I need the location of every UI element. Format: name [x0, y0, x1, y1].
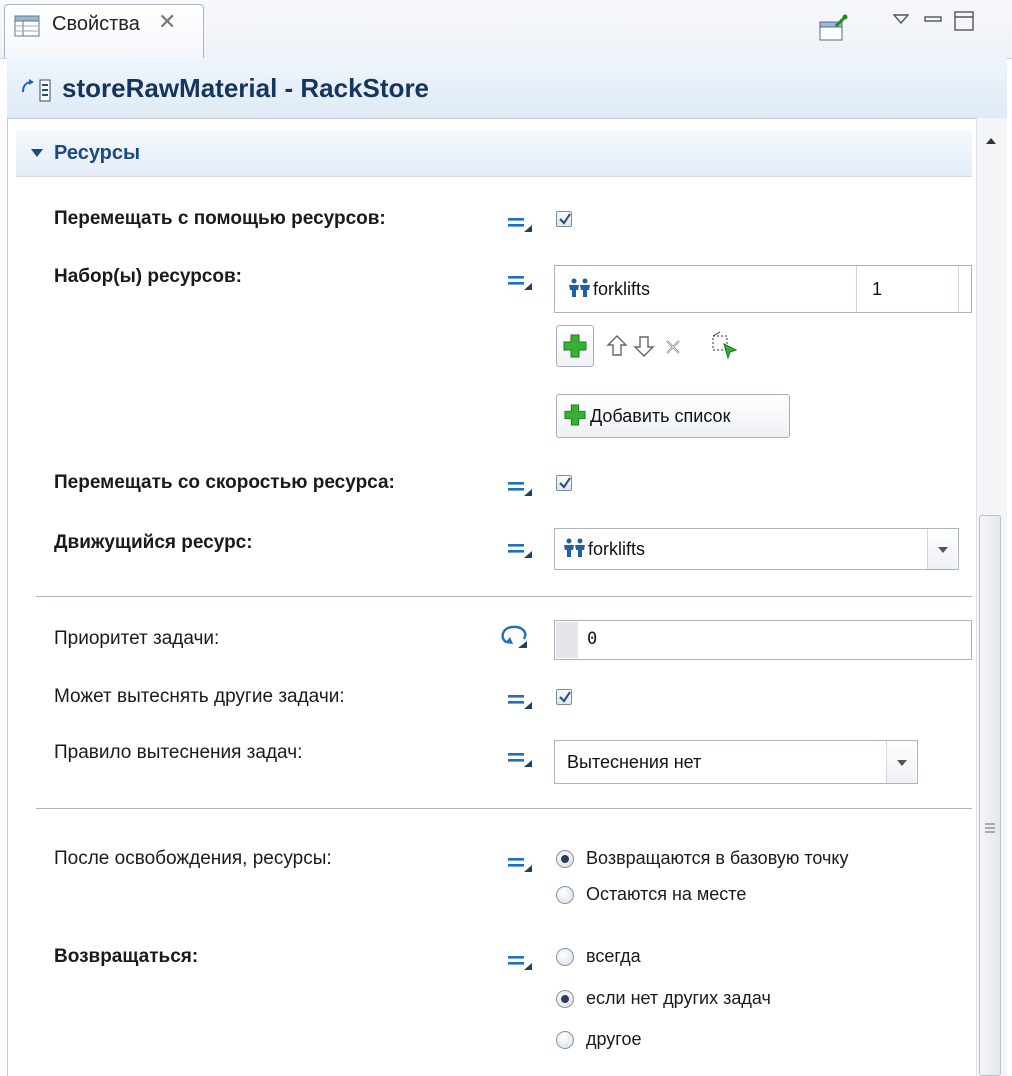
chevron-down-icon[interactable]: [886, 741, 916, 783]
remove-icon[interactable]: [664, 338, 682, 362]
static-value-icon[interactable]: [507, 270, 533, 292]
resource-pool-icon: [567, 278, 593, 304]
resource-pool-icon: [562, 538, 588, 564]
stay-in-place-radio[interactable]: [556, 886, 574, 904]
task-priority-field[interactable]: [554, 620, 972, 660]
stay-in-place-label[interactable]: Остаются на месте: [586, 884, 746, 905]
static-value-icon[interactable]: [507, 747, 533, 769]
table-column-divider: [958, 266, 959, 312]
add-icon: [563, 334, 587, 364]
resource-set-item-name[interactable]: forklifts: [593, 279, 650, 300]
return-to-base-label[interactable]: Возвращаются в базовую точку: [586, 848, 848, 869]
static-value-icon[interactable]: [507, 689, 533, 711]
static-value-icon[interactable]: [507, 950, 533, 972]
can-preempt-label: Может вытеснять другие задачи:: [54, 686, 345, 707]
moving-resource-value: forklifts: [588, 539, 646, 559]
scroll-up-arrow-icon[interactable]: [985, 130, 997, 152]
properties-table-icon: [14, 15, 40, 37]
field-gutter: [556, 622, 578, 658]
task-priority-label: Приоритет задачи:: [54, 628, 220, 649]
properties-title: storeRawMaterial - RackStore: [62, 73, 430, 103]
add-list-label: Добавить список: [590, 406, 731, 426]
add-icon: [564, 404, 586, 432]
resource-set-item-count[interactable]: 1: [872, 279, 882, 300]
static-value-icon[interactable]: [507, 538, 533, 560]
close-icon[interactable]: ✕: [158, 9, 176, 35]
preemption-policy-value: Вытеснения нет: [567, 752, 702, 772]
maximize-icon[interactable]: [954, 11, 974, 36]
can-preempt-checkbox[interactable]: [556, 689, 572, 705]
move-down-icon[interactable]: [633, 334, 655, 364]
return-other-radio[interactable]: [556, 1031, 574, 1049]
static-value-icon[interactable]: [507, 852, 533, 874]
after-release-label: После освобождения, ресурсы:: [54, 848, 332, 869]
static-value-icon[interactable]: [507, 476, 533, 498]
return-always-label[interactable]: всегда: [586, 946, 641, 967]
preemption-policy-label: Правило вытеснения задач:: [54, 742, 303, 763]
static-value-icon[interactable]: [507, 212, 533, 234]
move-using-resources-label: Перемещать с помощью ресурсов:: [54, 208, 386, 229]
table-column-divider: [856, 266, 857, 312]
resource-sets-label: Набор(ы) ресурсов:: [54, 266, 242, 287]
return-if-no-tasks-label[interactable]: если нет других задач: [586, 988, 771, 1009]
return-to-base-radio[interactable]: [556, 850, 574, 868]
return-always-radio[interactable]: [556, 948, 574, 966]
section-label: Ресурсы: [54, 142, 141, 164]
dynamic-value-icon[interactable]: [500, 622, 530, 656]
section-resources-header[interactable]: [16, 130, 972, 177]
move-using-resources-checkbox[interactable]: [556, 211, 572, 227]
move-at-resource-speed-checkbox[interactable]: [556, 475, 572, 491]
section-divider: [36, 596, 972, 597]
select-icon[interactable]: [710, 330, 740, 366]
tab-label: Свойства: [52, 13, 140, 35]
task-priority-value[interactable]: 0: [587, 629, 597, 649]
pin-editor-icon[interactable]: [818, 14, 848, 48]
block-icon: [20, 78, 54, 104]
return-label: Возвращаться:: [54, 946, 199, 967]
moving-resource-label: Движущийся ресурс:: [54, 532, 253, 553]
chevron-down-icon[interactable]: [927, 529, 957, 569]
scrollbar-grip-icon: [984, 818, 996, 840]
section-divider: [36, 808, 972, 809]
return-other-label[interactable]: другое: [586, 1029, 642, 1050]
move-up-icon[interactable]: [606, 334, 628, 364]
move-at-resource-speed-label: Перемещать со скоростью ресурса:: [54, 472, 395, 493]
view-menu-icon[interactable]: [892, 9, 910, 30]
expanded-triangle-icon[interactable]: [30, 144, 44, 158]
minimize-icon[interactable]: [924, 9, 942, 30]
content-border: [7, 118, 8, 1076]
return-if-no-tasks-radio[interactable]: [556, 990, 574, 1008]
scrollbar-thumb[interactable]: [979, 515, 1001, 1076]
